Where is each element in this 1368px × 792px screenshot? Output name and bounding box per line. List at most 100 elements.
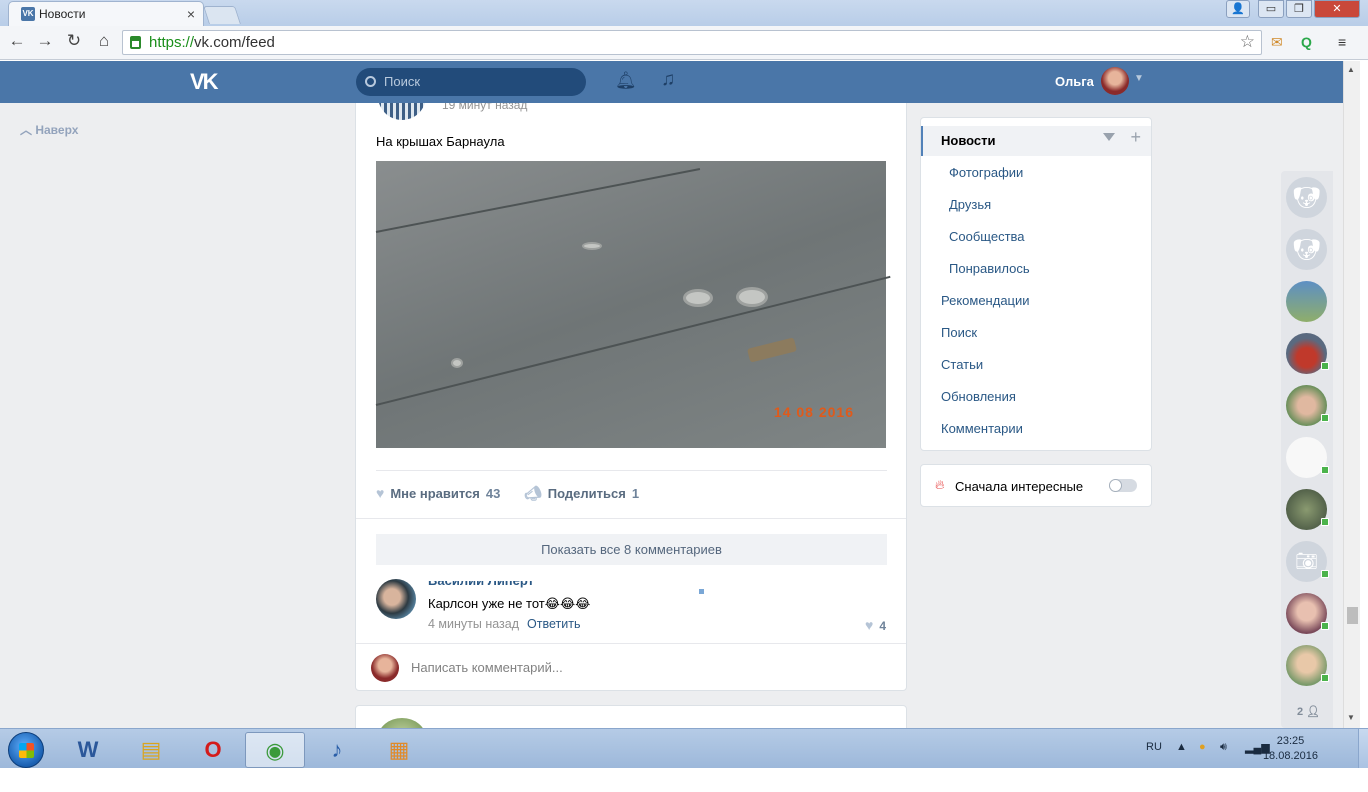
interesting-first-toggle[interactable] — [1109, 479, 1137, 492]
friend-avatar[interactable] — [1286, 489, 1329, 530]
page-scrollbar[interactable]: ▲ ▼ — [1343, 61, 1360, 728]
menu-item-liked[interactable]: Понравилось — [949, 261, 1030, 276]
comment-like-button[interactable]: ♥ 4 — [865, 617, 886, 633]
post-photo[interactable]: 14 08 2016 — [375, 161, 891, 448]
show-desktop-button[interactable] — [1358, 729, 1368, 769]
plus-icon[interactable]: + — [1130, 128, 1141, 146]
friends-online-count[interactable]: 2 👤︎ — [1297, 705, 1320, 718]
washer — [683, 289, 713, 307]
heart-icon: ♥ — [376, 485, 385, 501]
friend-avatar-placeholder-icon[interactable]: 🐶︎ — [1286, 229, 1327, 270]
scrollbar-thumb[interactable] — [1347, 607, 1358, 624]
interesting-first-label: Сначала интересные — [955, 479, 1084, 494]
vk-logo-icon[interactable]: VK — [190, 69, 219, 95]
menu-item-updates[interactable]: Обновления — [941, 389, 1016, 404]
roof-seam — [375, 168, 701, 233]
chrome-icon[interactable]: ◉ — [245, 732, 305, 768]
menu-item-friends[interactable]: Друзья — [949, 197, 991, 212]
post-time[interactable]: 19 минут назад — [442, 103, 527, 112]
app-icon[interactable]: ▦ — [369, 732, 429, 768]
like-label: Мне нравится — [390, 486, 480, 501]
scroll-up-arrow-icon[interactable]: ▲ — [1347, 65, 1355, 74]
friend-avatar[interactable] — [1286, 593, 1329, 634]
small-part — [451, 358, 463, 368]
user-name[interactable]: Ольга — [1055, 74, 1094, 89]
window-close-button[interactable]: ✕ — [1314, 0, 1360, 18]
windows-taskbar: W ▤ O ◉ ♪ ▦ RU ▲ ● 🔊︎ ▂▄▆ 23:25 18.08.20… — [0, 728, 1368, 769]
post-author-avatar[interactable] — [378, 718, 426, 728]
back-arrow-icon[interactable]: ← — [6, 31, 28, 51]
browser-menu-icon[interactable]: ≡ — [1338, 34, 1346, 50]
vk-search-input[interactable]: Поиск — [356, 68, 586, 96]
menu-item-recommendations[interactable]: Рекомендации — [941, 293, 1030, 308]
browser-profile-icon[interactable]: 👤 — [1226, 0, 1250, 18]
tab-vk-news[interactable]: VK Новости × — [8, 1, 204, 26]
browser-toolbar: ← → ↻ ⌂ https://vk.com/feed ☆ ✉ Q ≡ — [0, 26, 1368, 60]
reload-icon[interactable]: ↻ — [63, 31, 85, 51]
volume-icon[interactable]: 🔊︎ — [1220, 741, 1227, 754]
comment-author-avatar[interactable] — [376, 579, 416, 619]
word-icon[interactable]: W — [58, 732, 118, 768]
menu-item-comments[interactable]: Комментарии — [941, 421, 1023, 436]
online-indicator — [1321, 414, 1329, 422]
ring-terminal — [582, 242, 602, 250]
extension-q-icon[interactable]: Q — [1301, 34, 1312, 50]
tray-expand-icon[interactable]: ▲ — [1176, 741, 1187, 753]
forward-arrow-icon[interactable]: → — [34, 31, 56, 51]
tray-app-icon[interactable]: ● — [1199, 741, 1206, 753]
show-all-comments-button[interactable]: Показать все 8 комментариев — [376, 534, 887, 565]
language-indicator[interactable]: RU — [1146, 741, 1162, 753]
comment-text: Карлсон уже не тот😂😂😂 — [428, 596, 591, 611]
friend-avatar[interactable] — [1286, 385, 1329, 426]
friend-avatar[interactable] — [1286, 281, 1327, 322]
start-button[interactable] — [8, 732, 44, 768]
notifications-bell-icon[interactable]: 🔔︎ — [615, 71, 637, 91]
menu-item-search[interactable]: Поиск — [941, 325, 977, 340]
comment-time[interactable]: 4 минуты назад — [428, 617, 519, 631]
explorer-folder-icon[interactable]: ▤ — [121, 732, 181, 768]
minimize-button[interactable]: ▭ — [1258, 0, 1284, 18]
tab-close-icon[interactable]: × — [187, 6, 195, 22]
secure-lock-icon — [130, 36, 141, 49]
media-player-icon[interactable]: ♪ — [307, 732, 367, 768]
friend-avatar[interactable] — [1286, 333, 1329, 374]
system-clock[interactable]: 23:25 18.08.2016 — [1263, 734, 1318, 764]
write-comment-input[interactable]: Написать комментарий... — [411, 660, 563, 675]
chevron-down-icon[interactable]: ▼ — [1134, 73, 1144, 84]
url-path: vk.com/feed — [194, 34, 275, 51]
comment-author[interactable]: Василий Липерт — [428, 581, 534, 588]
vk-favicon-icon: VK — [21, 7, 35, 21]
address-bar[interactable]: https://vk.com/feed ☆ — [122, 30, 1262, 55]
friend-avatar[interactable] — [1286, 437, 1329, 478]
share-button[interactable]: 📣︎ Поделиться 1 — [524, 485, 639, 502]
menu-item-news[interactable]: Новости — [941, 133, 996, 148]
reply-link[interactable]: Ответить — [527, 617, 580, 631]
menu-item-articles[interactable]: Статьи — [941, 357, 983, 372]
user-avatar[interactable] — [1101, 67, 1129, 95]
scroll-down-arrow-icon[interactable]: ▼ — [1347, 713, 1355, 722]
next-feed-post — [355, 705, 907, 728]
home-icon[interactable]: ⌂ — [93, 31, 115, 51]
loading-indicator — [699, 589, 704, 594]
extension-translate-icon[interactable]: ✉ — [1271, 34, 1283, 51]
friend-avatar-placeholder-icon[interactable]: 🐶︎ — [1286, 177, 1327, 218]
camera-icon[interactable]: 📷︎ — [1286, 541, 1329, 582]
rusty-bolt — [747, 337, 797, 363]
post-text: На крышах Барнаула — [376, 134, 505, 149]
menu-item-communities[interactable]: Сообщества — [949, 229, 1025, 244]
opera-icon[interactable]: O — [183, 732, 243, 768]
filter-icon[interactable] — [1103, 133, 1115, 141]
like-button[interactable]: ♥ Мне нравится 43 — [376, 485, 500, 501]
new-tab-button[interactable] — [203, 6, 241, 24]
post-author-avatar[interactable] — [378, 103, 426, 120]
clock-time: 23:25 — [1276, 735, 1305, 747]
share-label: Поделиться — [547, 486, 626, 501]
friend-avatar[interactable] — [1286, 645, 1329, 686]
music-note-icon[interactable]: ♫ — [661, 69, 675, 91]
like-count: 43 — [485, 486, 501, 501]
interesting-first-box: 🔥︎ Сначала интересные — [920, 464, 1152, 507]
maximize-button[interactable]: ❐ — [1286, 0, 1312, 18]
back-to-top-link[interactable]: ︿ Наверх — [20, 121, 78, 138]
bookmark-star-icon[interactable]: ☆ — [1240, 32, 1255, 52]
menu-item-photos[interactable]: Фотографии — [949, 165, 1023, 180]
